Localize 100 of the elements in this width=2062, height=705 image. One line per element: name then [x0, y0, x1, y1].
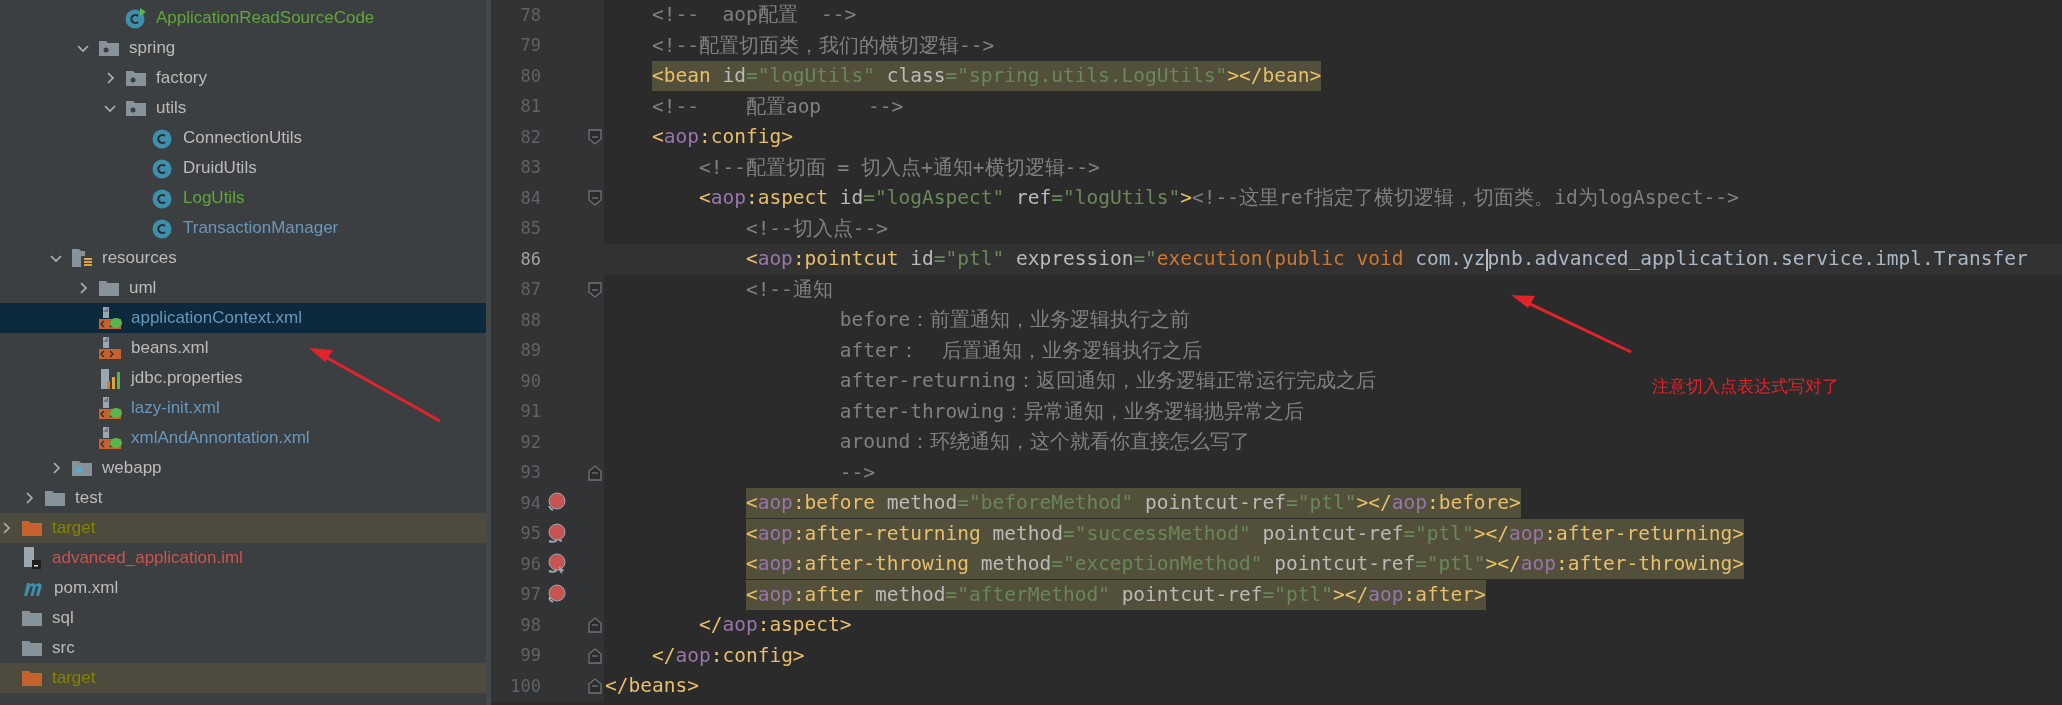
tree-item-label: advanced_application.iml: [52, 547, 243, 570]
tree-item[interactable]: sql: [0, 603, 486, 633]
class-icon: [152, 127, 174, 149]
code-line: after-throwing：异常通知，业务逻辑抛异常之后: [839, 398, 1305, 425]
folder-icon: [44, 489, 66, 507]
tree-item-label: lazy-init.xml: [131, 397, 220, 420]
tree-item[interactable]: src: [0, 633, 486, 663]
class-icon: [152, 217, 174, 239]
tree-item-label: sql: [52, 607, 74, 630]
tree-item-label: ApplicationReadSourceCode: [156, 7, 375, 30]
class-icon: [152, 157, 174, 179]
code-line: after-returning：返回通知，业务逻辑正常运行完成之后: [839, 368, 1376, 395]
tree-item-label: beans.xml: [131, 337, 209, 360]
chevron-down-icon[interactable]: [77, 42, 89, 54]
tree-item[interactable]: jdbc.properties: [0, 363, 486, 393]
code-line: </beans>: [605, 673, 699, 700]
code-line: before：前置通知，业务逻辑执行之前: [839, 307, 1191, 334]
tree-item[interactable]: DruidUtils: [0, 153, 486, 183]
tree-item-label: utils: [156, 97, 187, 120]
code-line: after： 后置通知，业务逻辑执行之后: [839, 337, 1202, 364]
spring-xml-file-icon: [98, 426, 122, 450]
tree-item[interactable]: LogUtils: [0, 183, 486, 213]
tree-item[interactable]: ApplicationReadSourceCode: [0, 3, 486, 33]
code-line: <!--配置切面类，我们的横切逻辑-->: [651, 32, 995, 59]
folder-icon: [21, 519, 43, 537]
fold-end-icon[interactable]: [588, 464, 602, 481]
fold-start-icon[interactable]: [588, 190, 602, 207]
tree-item-label: applicationContext.xml: [131, 307, 303, 330]
tree-item[interactable]: resources: [0, 243, 486, 273]
tree-item-label: jdbc.properties: [131, 367, 243, 390]
resources-folder-icon: [71, 248, 93, 268]
code-line: </aop:config>: [651, 642, 805, 669]
chevron-down-icon[interactable]: [50, 252, 62, 264]
tree-item[interactable]: factory: [0, 63, 486, 93]
code-line: <!-- aop配置 -->: [651, 2, 857, 29]
code-line: around：环绕通知，这个就看你直接怎么写了: [839, 429, 1251, 456]
properties-file-icon: [98, 366, 122, 390]
chevron-right-icon[interactable]: [104, 72, 116, 84]
spring-xml-file-icon: [98, 396, 122, 420]
code-line: <!--通知: [745, 276, 833, 303]
code-line: <!-- 配置aop -->: [651, 93, 904, 120]
web-folder-icon: [71, 459, 93, 477]
tree-item[interactable]: utils: [0, 93, 486, 123]
tree-item-label: ConnectionUtils: [183, 127, 303, 150]
code-line: <aop:aspect id="logAspect" ref="logUtils"><!--这里ref指定了横切逻辑，切面类。id为logAspect-->: [698, 185, 1739, 212]
code-line: -->: [839, 459, 876, 486]
package-folder-icon: [125, 69, 147, 87]
tree-item[interactable]: pom.xml: [0, 573, 486, 603]
tree-item-label: target: [52, 517, 96, 540]
folder-icon: [21, 639, 43, 657]
code-line: </aop:aspect>: [698, 612, 852, 639]
fold-end-icon[interactable]: [588, 678, 602, 695]
folder-icon: [98, 279, 120, 297]
tree-item-label: resources: [102, 247, 177, 270]
tree-item-label: webapp: [102, 457, 162, 480]
tree-item[interactable]: ConnectionUtils: [0, 123, 486, 153]
chevron-right-icon[interactable]: [0, 522, 12, 534]
class-icon: [152, 187, 174, 209]
package-folder-icon: [98, 39, 120, 57]
chevron-right-icon[interactable]: [50, 462, 62, 474]
tree-item[interactable]: xmlAndAnnontation.xml: [0, 423, 486, 453]
fold-end-icon[interactable]: [588, 617, 602, 634]
text-cursor: [1485, 248, 1488, 271]
tree-item[interactable]: applicationContext.xml: [0, 303, 486, 333]
tree-item-label: test: [75, 487, 103, 510]
fold-end-icon[interactable]: [588, 647, 602, 664]
tree-item[interactable]: webapp: [0, 453, 486, 483]
tree-item[interactable]: beans.xml: [0, 333, 486, 363]
tree-item-label: spring: [129, 37, 176, 60]
tree-item-label: TransactionManager: [183, 217, 339, 240]
tree-item[interactable]: test: [0, 483, 486, 513]
chevron-right-icon[interactable]: [23, 492, 35, 504]
line-number: 86: [519, 247, 541, 271]
folder-icon: [21, 669, 43, 687]
tree-item-label: pom.xml: [54, 577, 119, 600]
tree-item-label: LogUtils: [183, 187, 245, 210]
tree-item[interactable]: TransactionManager: [0, 213, 486, 243]
annotation-note: 注意切入点表达式写对了: [1652, 376, 1839, 398]
code-line: <!--配置切面 = 切入点+通知+横切逻辑-->: [698, 154, 1100, 181]
tree-item-label: target: [52, 667, 96, 690]
chevron-down-icon[interactable]: [104, 102, 116, 114]
fold-start-icon[interactable]: [588, 129, 602, 146]
tree-item-label: src: [52, 637, 75, 660]
code-line: <aop:pointcut id="ptl" expression="execution(public void com.yz pnb.advanced_application.service.impl.Transfer: [745, 246, 2028, 273]
tree-item-label: uml: [129, 277, 157, 300]
tree-item-label: factory: [156, 67, 208, 90]
xml-file-icon: [98, 336, 122, 360]
spring-xml-file-icon: [98, 306, 122, 330]
code-line: <aop:config>: [651, 124, 793, 151]
tree-item[interactable]: lazy-init.xml: [0, 393, 486, 423]
tree-item[interactable]: uml: [0, 273, 486, 303]
code-line: <!--切入点-->: [745, 215, 889, 242]
chevron-right-icon[interactable]: [77, 282, 89, 294]
tree-item[interactable]: spring: [0, 33, 486, 63]
tree-item-label: xmlAndAnnontation.xml: [131, 427, 310, 450]
fold-start-icon[interactable]: [588, 281, 602, 298]
runnable-class-icon: [125, 7, 147, 29]
folder-icon: [21, 609, 43, 627]
package-folder-icon: [125, 99, 147, 117]
module-file-icon: [21, 546, 43, 570]
